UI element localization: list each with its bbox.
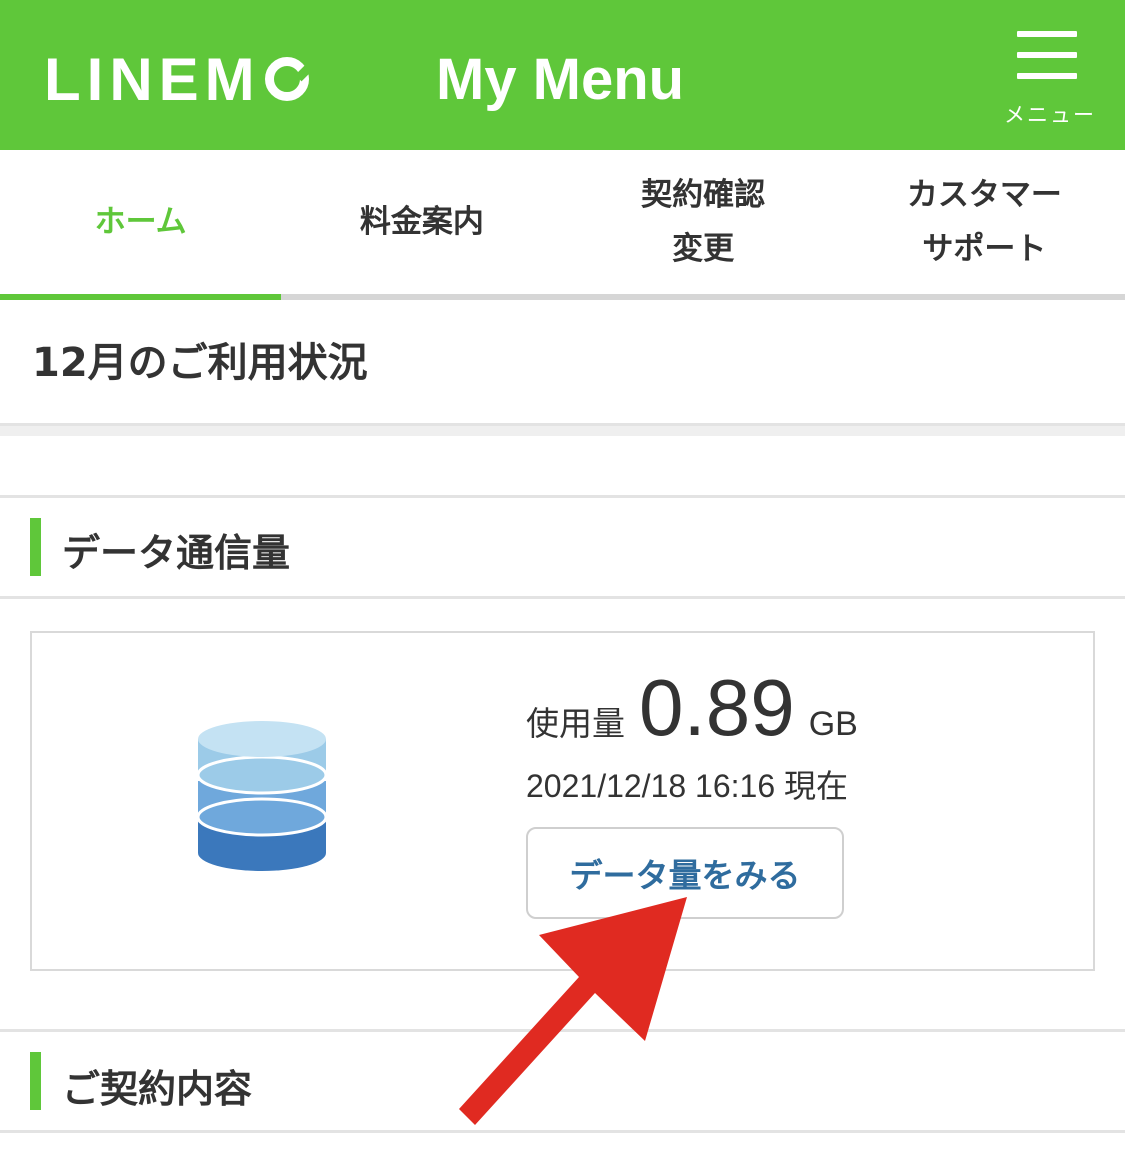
page-title: My Menu (436, 47, 685, 112)
section-accent-bar (30, 1052, 41, 1110)
data-section-header: データ通信量 (0, 498, 1125, 598)
usage-row: 使用量 0.89 GB (526, 663, 858, 753)
view-data-button[interactable]: データ量をみる (526, 827, 844, 919)
database-icon (196, 721, 328, 871)
tab-contract[interactable]: 契約確認 変更 (563, 150, 844, 294)
timestamp-value: 2021/12/18 16:16 (526, 768, 776, 804)
tab-label: 契約確認 変更 (641, 177, 766, 267)
tab-label: 料金案内 (359, 204, 484, 240)
menu-label: メニュー (1004, 103, 1096, 127)
section-gap (0, 426, 1125, 436)
divider (0, 1130, 1125, 1133)
month-usage-title: 12月のご利用状況 (32, 340, 368, 386)
tab-label: カスタマー サポート (906, 177, 1062, 267)
data-section-title: データ通信量 (62, 531, 291, 575)
section-accent-bar (30, 518, 41, 576)
tab-bar: ホーム 料金案内 契約確認 変更 カスタマー サポート (0, 150, 1125, 300)
tab-home[interactable]: ホーム (0, 150, 282, 300)
usage-timestamp: 2021/12/18 16:16 現在 (526, 761, 848, 807)
timestamp-suffix: 現在 (784, 767, 849, 805)
divider (0, 596, 1125, 599)
menu-button[interactable]: メニュー (995, 25, 1105, 135)
hamburger-icon (1017, 31, 1077, 81)
contract-section-title: ご契約内容 (62, 1067, 253, 1111)
linemo-logo[interactable]: LINEM (44, 44, 309, 114)
usage-value: 0.89 (639, 663, 795, 752)
logo-text: LINEM (44, 45, 261, 113)
tab-label: ホーム (94, 204, 187, 240)
contract-section-header: ご契約内容 (0, 1032, 1125, 1132)
data-usage-card: 使用量 0.89 GB 2021/12/18 16:16 現在 データ量をみる (30, 631, 1095, 971)
logo-o-mark (264, 57, 309, 101)
tab-support[interactable]: カスタマー サポート (844, 150, 1125, 294)
app-header: LINEM My Menu メニュー (0, 0, 1125, 150)
usage-label: 使用量 (526, 704, 625, 743)
tab-pricing[interactable]: 料金案内 (281, 150, 562, 294)
usage-unit: GB (808, 705, 858, 743)
